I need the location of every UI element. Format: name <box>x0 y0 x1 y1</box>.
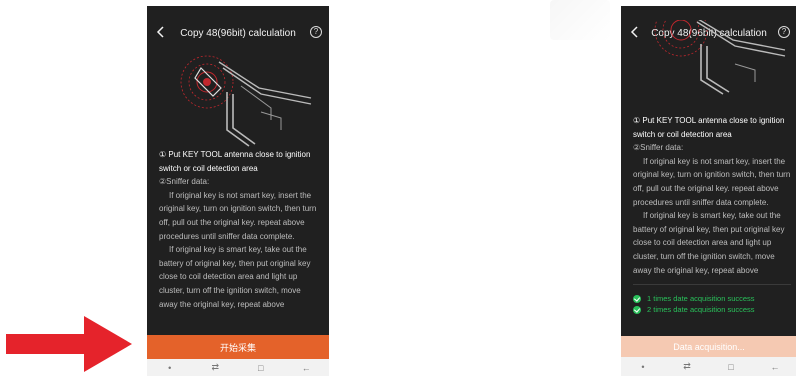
non-smart-key-instructions: If original key is not smart key, insert… <box>633 156 791 207</box>
red-arrow-icon <box>6 316 134 372</box>
back-icon[interactable]: ← <box>765 362 785 372</box>
instructions: ① Put KEY TOOL antenna close to ignition… <box>159 148 319 311</box>
arrow-head <box>84 316 132 372</box>
status-item: 1 times date acquisition success <box>633 293 791 304</box>
android-nav-bar: • ⇄ □ ← <box>621 357 796 376</box>
right-phone-screen: Copy 48(96bit) calculation ? ① Put KEY T… <box>621 6 796 376</box>
smart-key-instructions: If original key is smart key, take out t… <box>633 211 785 275</box>
arrow-shaft <box>6 334 88 354</box>
back-arrow-icon[interactable] <box>153 23 169 41</box>
left-phone-screen: Copy 48(96bit) calculation ? ① Put KEY T… <box>147 6 329 376</box>
help-icon[interactable]: ? <box>310 26 322 38</box>
data-acquisition-button[interactable]: Data acquisition... <box>621 336 796 357</box>
success-check-icon <box>633 305 641 314</box>
home-icon[interactable]: □ <box>251 363 271 373</box>
start-acquisition-button[interactable]: 开始采集 <box>147 335 329 359</box>
recent-apps-icon[interactable]: ⇄ <box>677 361 697 372</box>
status-text: 2 times date acquisition success <box>647 305 755 314</box>
step-2-label: ②Sniffer data: <box>633 143 684 153</box>
step-1-text: ① Put KEY TOOL antenna close to ignition… <box>633 116 785 139</box>
step-2-label: ②Sniffer data: <box>159 177 210 187</box>
ignition-illustration <box>180 55 312 147</box>
smart-key-instructions: If original key is smart key, take out t… <box>159 245 311 309</box>
success-check-icon <box>633 294 641 303</box>
recent-apps-icon[interactable]: ⇄ <box>205 362 225 373</box>
back-icon[interactable]: ← <box>296 363 316 373</box>
android-nav-bar: • ⇄ □ ← <box>147 359 329 376</box>
acquisition-status-list: 1 times date acquisition success 2 times… <box>633 284 791 315</box>
instructions: ① Put KEY TOOL antenna close to ignition… <box>633 114 791 277</box>
status-text: 1 times date acquisition success <box>647 294 755 303</box>
page-title: Copy 48(96bit) calculation <box>180 27 296 39</box>
ignition-illustration <box>654 20 786 95</box>
non-smart-key-instructions: If original key is not smart key, insert… <box>159 190 317 241</box>
nav-dot-icon[interactable]: • <box>633 362 653 372</box>
status-item: 2 times date acquisition success <box>633 304 791 315</box>
nav-dot-icon[interactable]: • <box>160 363 180 373</box>
home-icon[interactable]: □ <box>721 362 741 372</box>
background-decoration <box>550 0 610 40</box>
step-1-text: ① Put KEY TOOL antenna close to ignition… <box>159 150 311 173</box>
